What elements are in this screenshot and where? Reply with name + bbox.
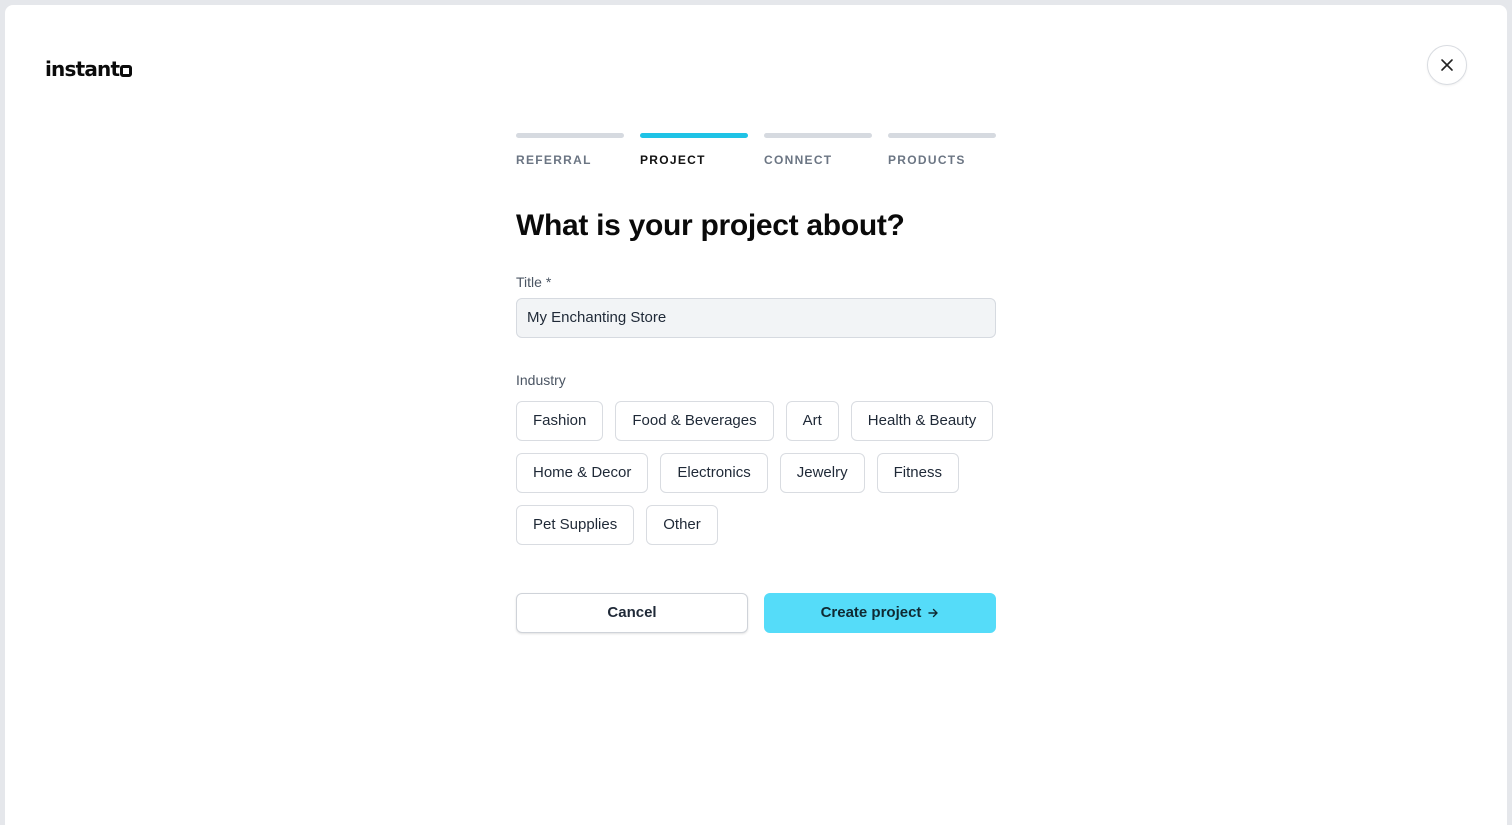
create-project-button-label: Create project xyxy=(820,604,922,621)
industry-chip-other[interactable]: Other xyxy=(646,504,718,545)
industry-chip-health-beauty[interactable]: Health & Beauty xyxy=(850,400,994,441)
modal-window: instant REFERRAL PROJECT CONNECT PRODUCT… xyxy=(5,5,1507,825)
industry-chip-fashion[interactable]: Fashion xyxy=(516,400,604,441)
arrow-right-icon xyxy=(928,608,939,617)
step-products: PRODUCTS xyxy=(888,133,996,167)
industry-chip-food-beverages[interactable]: Food & Beverages xyxy=(615,400,774,441)
logo: instant xyxy=(45,57,133,81)
industry-chip-jewelry[interactable]: Jewelry xyxy=(779,452,865,493)
step-bar xyxy=(764,133,872,138)
create-project-button[interactable]: Create project xyxy=(764,592,996,633)
step-referral: REFERRAL xyxy=(516,133,624,167)
close-icon xyxy=(1441,59,1453,71)
cancel-button[interactable]: Cancel xyxy=(516,592,748,633)
step-bar xyxy=(888,133,996,138)
step-project: PROJECT xyxy=(640,133,748,167)
industry-chip-art[interactable]: Art xyxy=(785,400,839,441)
logo-mark-icon xyxy=(120,65,133,77)
step-label: PROJECT xyxy=(640,153,706,167)
step-label: PRODUCTS xyxy=(888,153,966,167)
title-input[interactable] xyxy=(516,297,996,338)
industry-chip-electronics[interactable]: Electronics xyxy=(660,452,768,493)
close-button[interactable] xyxy=(1427,45,1467,85)
cancel-button-label: Cancel xyxy=(607,604,657,621)
step-label: CONNECT xyxy=(764,153,833,167)
project-form: REFERRAL PROJECT CONNECT PRODUCTS What i… xyxy=(516,133,996,633)
step-bar xyxy=(516,133,624,138)
form-actions: Cancel Create project xyxy=(516,592,996,633)
industry-label: Industry xyxy=(516,371,566,388)
title-label: Title * xyxy=(516,273,552,290)
industry-chip-fitness[interactable]: Fitness xyxy=(876,452,959,493)
logo-text: instant xyxy=(45,57,120,81)
stepper: REFERRAL PROJECT CONNECT PRODUCTS xyxy=(516,133,996,167)
step-label: REFERRAL xyxy=(516,153,592,167)
step-connect: CONNECT xyxy=(764,133,872,167)
industry-chip-home-decor[interactable]: Home & Decor xyxy=(516,452,649,493)
industry-options: Fashion Food & Beverages Art Health & Be… xyxy=(516,400,996,545)
step-bar xyxy=(640,133,748,138)
industry-chip-pet-supplies[interactable]: Pet Supplies xyxy=(516,504,635,545)
page-title: What is your project about? xyxy=(516,209,905,242)
